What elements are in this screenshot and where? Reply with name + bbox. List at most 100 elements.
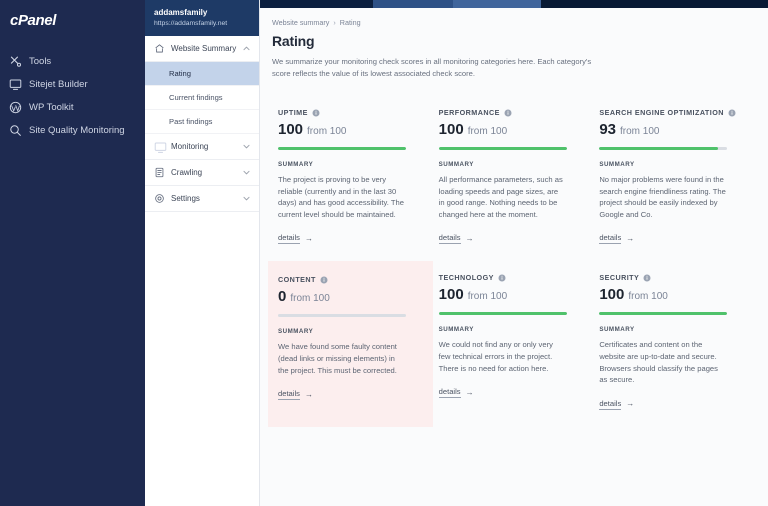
- card-score: 100from 100: [278, 122, 415, 138]
- score-value: 0: [278, 289, 286, 305]
- sidebar-item-current-findings[interactable]: Current findings: [145, 86, 259, 110]
- info-icon[interactable]: [320, 276, 328, 284]
- details-label: details: [278, 389, 300, 400]
- gear-icon: [154, 193, 165, 204]
- main-content: Website summary›Rating Rating We summari…: [260, 0, 768, 506]
- summary-label: SUMMARY: [439, 161, 576, 168]
- rating-card: UPTIME100from 100SUMMARYThe project is p…: [272, 96, 433, 261]
- content-area: Website summary›Rating Rating We summari…: [260, 8, 768, 427]
- site-name: addamsfamily: [154, 8, 250, 18]
- sidebar-item-label: Rating: [169, 69, 191, 78]
- top-strip-segment: [373, 0, 453, 8]
- sidebar-group-crawling[interactable]: Crawling: [145, 160, 259, 186]
- cpanel-nav-label: Sitejet Builder: [29, 79, 88, 91]
- breadcrumb-current: Rating: [340, 18, 361, 27]
- breadcrumb-parent[interactable]: Website summary: [272, 18, 329, 27]
- rating-card: SEARCH ENGINE OPTIMIZATION93from 100SUMM…: [593, 96, 754, 261]
- score-progress-fill: [599, 312, 727, 315]
- chevron-up-icon[interactable]: [242, 44, 251, 53]
- sidebar-group-monitoring[interactable]: Monitoring: [145, 134, 259, 160]
- card-header: PERFORMANCE: [439, 108, 576, 117]
- card-header: CONTENT: [278, 275, 415, 284]
- info-icon[interactable]: [498, 274, 506, 282]
- details-label: details: [439, 233, 461, 244]
- score-max-label: from 100: [307, 126, 346, 137]
- info-icon[interactable]: [728, 109, 736, 117]
- sidebar-item-rating[interactable]: Rating: [145, 62, 259, 86]
- chevron-down-icon[interactable]: [242, 168, 251, 177]
- sidebar-group-label: Website Summary: [171, 44, 242, 53]
- monitor-icon: [154, 141, 165, 152]
- secondary-sidebar: addamsfamily https://addamsfamily.net We…: [145, 0, 260, 506]
- arrow-right-icon: →: [305, 391, 313, 399]
- cpanel-sidebar: cPanel Tools Sitejet Builder WP ToolkitSit…: [0, 0, 145, 506]
- summary-label: SUMMARY: [278, 328, 415, 335]
- details-label: details: [599, 399, 621, 410]
- cpanel-nav-label: Tools: [29, 56, 51, 68]
- details-link[interactable]: details→: [599, 399, 634, 410]
- details-link[interactable]: details →: [278, 389, 313, 400]
- score-progress-bar: [439, 147, 567, 150]
- details-link[interactable]: details→: [439, 387, 474, 398]
- summary-text: We have found some faulty content (dead …: [278, 341, 405, 376]
- card-title: SECURITY: [599, 273, 639, 282]
- chevron-down-icon[interactable]: [242, 142, 251, 151]
- score-progress-fill: [599, 147, 718, 150]
- tools-icon: [9, 55, 22, 68]
- card-score: 100from 100: [439, 122, 576, 138]
- sidebar-group-label: Settings: [171, 194, 242, 203]
- sidebar-group-website-summary[interactable]: Website Summary: [145, 36, 259, 62]
- rating-card: SECURITY 100from 100 SUMMARY Certificates a…: [593, 261, 754, 426]
- score-max-label: from 100: [628, 291, 667, 302]
- score-value: 100: [439, 287, 464, 303]
- rating-card: CONTENT 0from 100 SUMMARY We have found som…: [268, 261, 433, 426]
- page-description: We summarize your monitoring check score…: [272, 56, 592, 79]
- rating-card: TECHNOLOGY100from 100SUMMARYWe could not…: [433, 261, 594, 426]
- score-value: 93: [599, 122, 616, 138]
- top-strip-segment: [260, 0, 373, 8]
- score-max-label: from 100: [620, 126, 659, 137]
- sidebar-group-label: Monitoring: [171, 142, 242, 151]
- card-title: TECHNOLOGY: [439, 273, 494, 282]
- chevron-down-icon[interactable]: [242, 194, 251, 203]
- score-progress-fill: [278, 147, 406, 150]
- score-progress-bar: [278, 147, 406, 150]
- site-url: https://addamsfamily.net: [154, 19, 250, 29]
- summary-label: SUMMARY: [599, 326, 736, 333]
- top-strip-segment: [541, 0, 768, 8]
- summary-text: Certificates and content on the website …: [599, 339, 726, 385]
- details-label: details: [439, 387, 461, 398]
- card-score: 100from 100: [599, 287, 736, 303]
- top-strip-segment: [453, 0, 541, 8]
- details-link[interactable]: details →: [439, 233, 474, 244]
- info-icon[interactable]: [643, 274, 651, 282]
- card-score: 100from 100: [439, 287, 576, 303]
- info-icon[interactable]: [504, 109, 512, 117]
- details-label: details: [278, 233, 300, 244]
- cpanel-nav-item[interactable]: Tools: [0, 50, 145, 73]
- cpanel-nav-item[interactable]: Site Quality Monitoring: [0, 119, 145, 142]
- document-icon: [154, 167, 165, 178]
- info-icon[interactable]: [312, 109, 320, 117]
- arrow-right-icon: →: [466, 235, 474, 243]
- secondary-nav: Website Summary Rating Current findingsPas…: [145, 36, 259, 212]
- summary-label: SUMMARY: [599, 161, 736, 168]
- details-link[interactable]: details →: [278, 233, 313, 244]
- cpanel-nav: Tools Sitejet Builder WP ToolkitSite Quali…: [0, 50, 145, 142]
- score-progress-bar: [278, 314, 406, 317]
- card-header: SECURITY: [599, 273, 736, 282]
- arrow-right-icon: →: [305, 235, 313, 243]
- sidebar-group-settings[interactable]: Settings: [145, 186, 259, 212]
- summary-label: SUMMARY: [278, 161, 415, 168]
- details-label: details: [599, 233, 621, 244]
- score-progress-bar: [599, 312, 727, 315]
- card-score: 93 from 100: [599, 122, 736, 138]
- cpanel-logo: cPanel: [0, 8, 145, 34]
- sidebar-item-past-findings[interactable]: Past findings: [145, 110, 259, 134]
- wordpress-icon: [9, 101, 22, 114]
- cpanel-nav-item[interactable]: WP Toolkit: [0, 96, 145, 119]
- card-title: UPTIME: [278, 108, 308, 117]
- details-link[interactable]: details→: [599, 233, 634, 244]
- cpanel-nav-item[interactable]: Sitejet Builder: [0, 73, 145, 96]
- card-score: 0from 100: [278, 289, 415, 305]
